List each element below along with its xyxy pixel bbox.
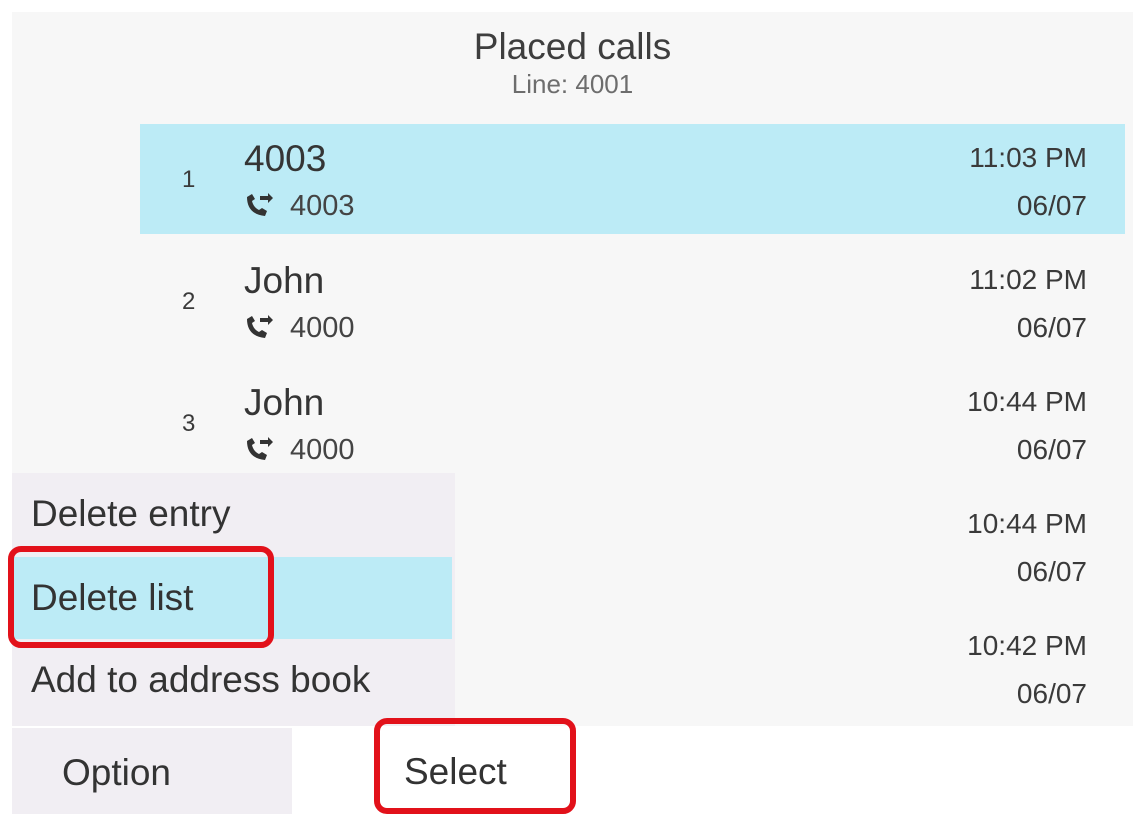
call-date: 06/07 [1016,434,1087,465]
call-row-1[interactable]: 1 4003 4003 11:03 PM 06/07 [140,124,1125,234]
option-softkey-label: Option [62,752,172,793]
select-callout [374,718,576,814]
call-name: John [244,382,325,423]
delete-list-callout [8,546,274,648]
call-date: 06/07 [1016,556,1087,587]
call-index: 1 [182,166,196,193]
call-number: 4003 [290,190,355,222]
page-title: Placed calls [473,26,672,67]
call-index: 3 [182,410,196,437]
call-time: 10:42 PM [967,630,1087,661]
call-time: 10:44 PM [967,386,1087,417]
menu-item-add-to-address-book[interactable]: Add to address book [12,639,452,721]
call-time: 10:44 PM [967,508,1087,539]
outgoing-call-icon [247,315,273,338]
menu-item-label: Add to address book [31,659,371,700]
call-time: 11:02 PM [969,264,1087,295]
outgoing-call-icon [247,437,273,460]
call-name: John [244,260,325,301]
call-time: 11:03 PM [969,142,1087,173]
call-number: 4000 [290,434,355,466]
call-row-2[interactable]: 2 John 4000 11:02 PM 06/07 [140,246,1125,356]
call-number: 4000 [290,312,355,344]
call-date: 06/07 [1016,678,1087,709]
outgoing-call-icon [247,193,273,216]
call-row-3[interactable]: 3 John 4000 10:44 PM 06/07 [140,368,1125,478]
call-date: 06/07 [1016,190,1087,221]
line-label: Line: 4001 [511,69,634,99]
option-softkey[interactable]: Option [12,728,292,814]
call-date: 06/07 [1016,312,1087,343]
call-index: 2 [182,288,196,315]
phone-screen: Placed calls Line: 4001 1 4003 4003 11:0… [0,0,1133,814]
call-name: 4003 [244,138,327,179]
menu-item-label: Delete entry [31,493,231,534]
menu-item-delete-entry[interactable]: Delete entry [12,473,452,555]
